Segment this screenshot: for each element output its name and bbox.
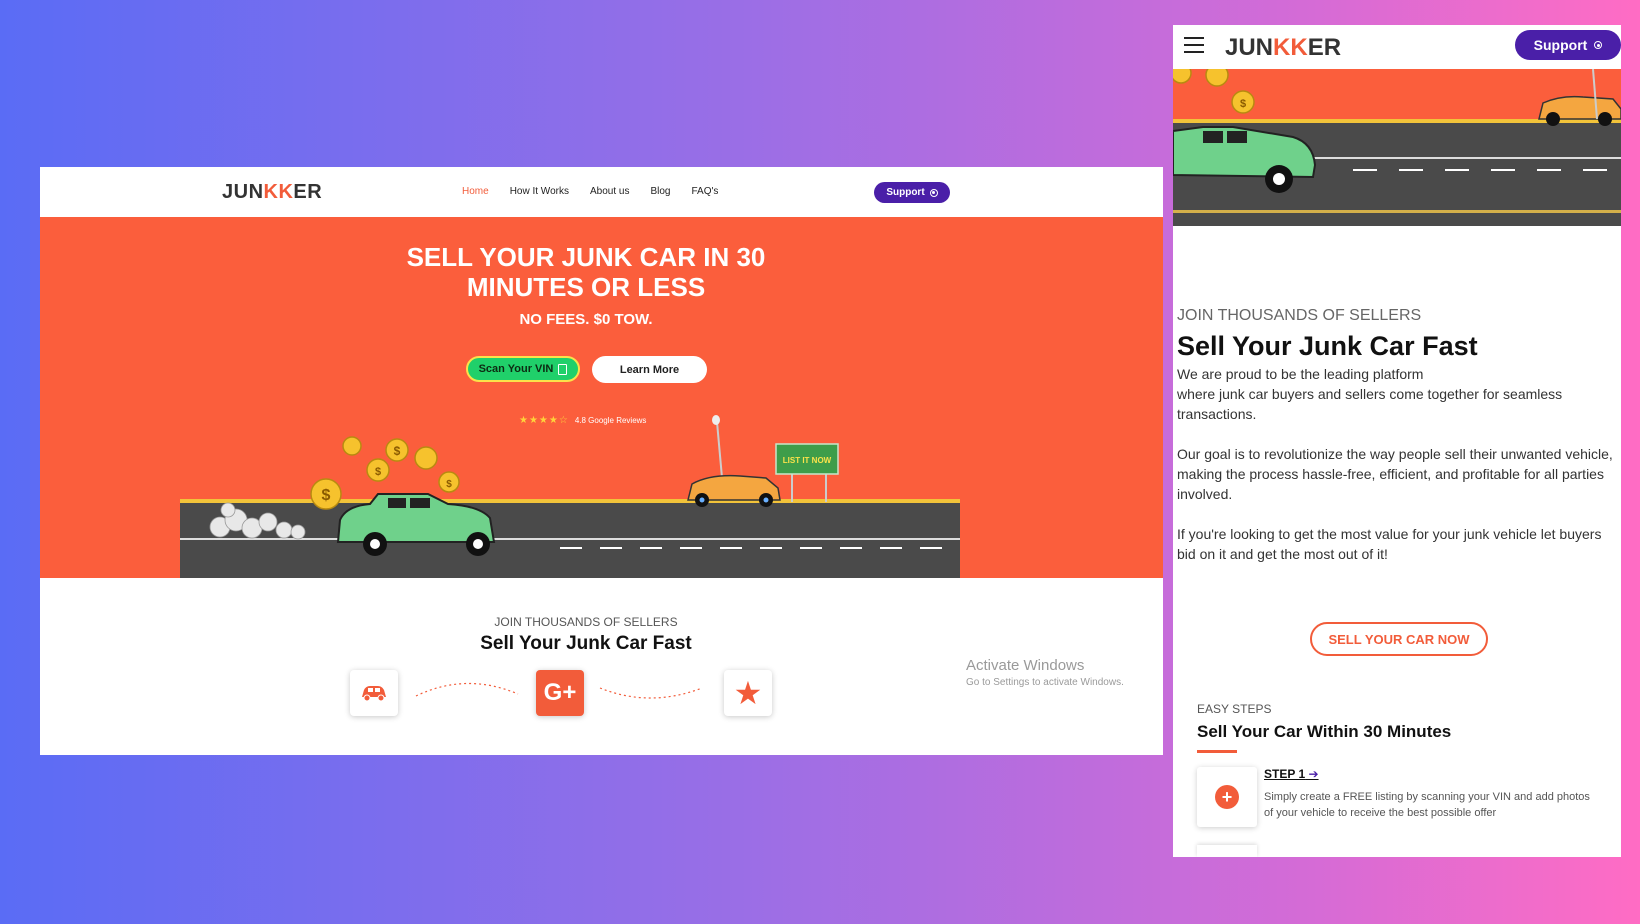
mobile-hero: $: [1173, 62, 1621, 226]
hero-title-line: SELL YOUR JUNK CAR IN 30: [406, 242, 766, 272]
road-scene-illustration: $ $ $ $ LIST IT NOW: [180, 415, 960, 578]
star-icon: ★: [724, 670, 772, 716]
svg-text:$: $: [394, 444, 401, 458]
section-kicker: JOIN THOUSANDS OF SELLERS: [494, 615, 678, 629]
car-icon: [350, 670, 398, 716]
logo[interactable]: JUNKKER: [222, 181, 322, 204]
logo-part: JUN: [1225, 34, 1274, 61]
nav-faqs[interactable]: FAQ's: [691, 186, 718, 197]
title-underline: [1197, 750, 1237, 753]
dotted-connector: [415, 682, 519, 697]
section-title: Sell Your Junk Car Fast: [480, 633, 692, 654]
learn-more-button[interactable]: Learn More: [592, 356, 707, 383]
svg-text:$: $: [322, 487, 331, 504]
main-nav: Home How It Works About us Blog FAQ's: [462, 186, 718, 197]
mobile-about-section: JOIN THOUSANDS OF SELLERS Sell Your Junk…: [1177, 307, 1617, 584]
support-icon: [929, 188, 938, 197]
svg-text:$: $: [375, 466, 381, 478]
activate-subtitle: Go to Settings to activate Windows.: [966, 677, 1124, 688]
support-label: Support: [886, 187, 925, 198]
easy-steps-header: EASY STEPS Sell Your Car Within 30 Minut…: [1197, 702, 1451, 753]
step-1-link[interactable]: STEP 1 ➔: [1264, 767, 1319, 781]
scan-vin-label: Scan Your VIN: [478, 363, 554, 375]
mobile-navbar: JUNKKER Support: [1173, 25, 1621, 69]
mobile-preview: JUNKKER Support $ JOIN THOUSANDS OF SELL…: [1173, 25, 1621, 857]
para-text: making the process hassle-free, efficien…: [1177, 466, 1604, 502]
feature-icons: G+ ★: [350, 670, 810, 730]
hamburger-menu-icon[interactable]: [1184, 37, 1204, 53]
list-it-now-sign: LIST IT NOW: [783, 456, 832, 465]
support-label: Support: [1533, 37, 1588, 53]
nav-home[interactable]: Home: [462, 186, 489, 197]
google-plus-icon: G+: [536, 670, 584, 716]
mobile-support-button[interactable]: Support: [1515, 30, 1621, 60]
logo-k: KK: [263, 181, 294, 203]
mobile-logo[interactable]: JUNKKER: [1225, 34, 1341, 62]
hero-title-line: MINUTES OR LESS: [466, 272, 706, 302]
hero: SELL YOUR JUNK CAR IN 30 MINUTES OR LESS …: [40, 217, 1163, 578]
easy-steps-kicker: EASY STEPS: [1197, 702, 1272, 716]
step-1-icon-box: +: [1197, 767, 1257, 827]
logo-part: ER: [1307, 34, 1342, 61]
desktop-section-header: JOIN THOUSANDS OF SELLERS Sell Your Junk…: [40, 615, 1132, 655]
svg-text:$: $: [1240, 98, 1246, 110]
nav-about-us[interactable]: About us: [590, 186, 629, 197]
desktop-preview: JUNKKER Home How It Works About us Blog …: [40, 167, 1163, 755]
plus-icon: +: [1215, 785, 1239, 809]
logo-k: KK: [1273, 34, 1308, 61]
support-button[interactable]: Support: [874, 182, 950, 203]
step-2-icon-box: [1197, 845, 1257, 857]
scan-vin-button[interactable]: Scan Your VIN: [466, 356, 580, 382]
step-description: Simply create a FREE listing by scanning…: [1264, 791, 1590, 819]
para-text: If you're looking to get the most value …: [1177, 526, 1602, 562]
mobile-road-scene-illustration: $: [1173, 62, 1621, 226]
mobile-title: Sell Your Junk Car Fast: [1177, 331, 1478, 361]
hero-title: SELL YOUR JUNK CAR IN 30 MINUTES OR LESS: [40, 242, 1132, 302]
para-text: Our goal is to revolutionize the way peo…: [1177, 446, 1613, 462]
activate-windows-watermark: Activate Windows Go to Settings to activ…: [966, 657, 1124, 688]
logo-part: JUN: [222, 181, 264, 203]
desktop-navbar: JUNKKER Home How It Works About us Blog …: [40, 167, 1163, 217]
nav-how-it-works[interactable]: How It Works: [510, 186, 569, 197]
nav-blog[interactable]: Blog: [650, 186, 670, 197]
dotted-connector: [599, 687, 703, 699]
arrow-right-icon: ➔: [1308, 767, 1319, 781]
activate-title: Activate Windows: [966, 657, 1085, 674]
mobile-description: We are proud to be the leading platform w…: [1177, 364, 1617, 564]
logo-part: ER: [293, 181, 323, 203]
hero-subtitle: NO FEES. $0 TOW.: [519, 311, 653, 328]
svg-text:$: $: [446, 479, 452, 490]
step-title: STEP 1: [1264, 767, 1306, 781]
para-text: We are proud to be the leading platform: [1177, 366, 1424, 382]
easy-steps-title: Sell Your Car Within 30 Minutes: [1197, 722, 1452, 741]
mobile-kicker: JOIN THOUSANDS OF SELLERS: [1177, 307, 1422, 324]
sell-your-car-now-button[interactable]: SELL YOUR CAR NOW: [1310, 622, 1488, 656]
support-icon: [1594, 41, 1603, 49]
scan-icon: [558, 363, 568, 375]
para-text: where junk car buyers and sellers come t…: [1177, 386, 1563, 422]
